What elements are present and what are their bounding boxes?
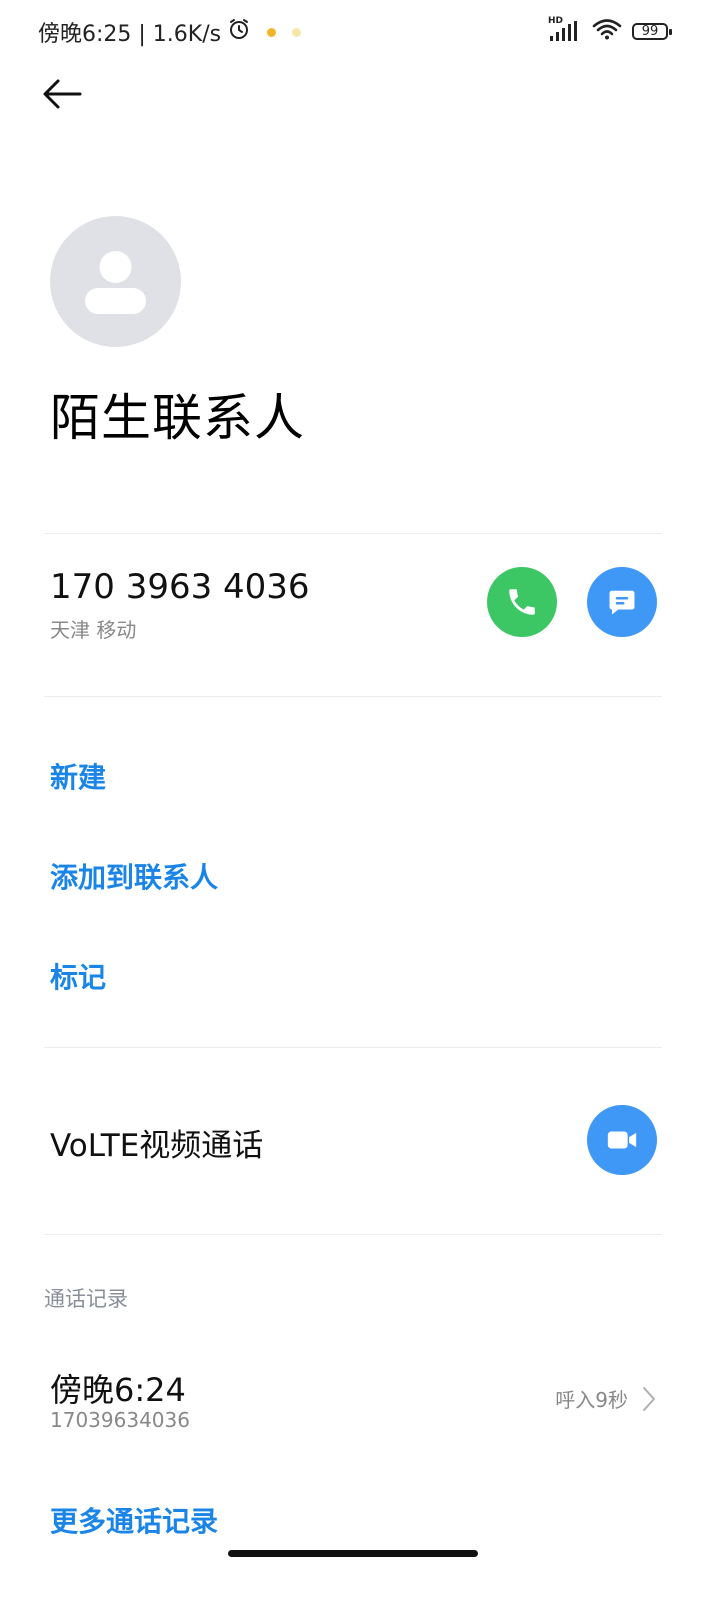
call-log-number: 17039634036	[50, 1408, 190, 1432]
phone-location: 天津 移动	[50, 618, 137, 642]
home-indicator[interactable]	[228, 1550, 478, 1557]
divider	[44, 696, 662, 697]
wifi-icon	[592, 18, 622, 44]
battery-icon: 99	[632, 22, 672, 40]
status-time-speed: 傍晚6:25 | 1.6K/s	[38, 22, 222, 47]
mark-button[interactable]: 标记	[50, 956, 106, 996]
back-button[interactable]	[40, 74, 88, 114]
new-contact-button[interactable]: 新建	[50, 756, 106, 796]
avatar	[50, 216, 181, 347]
phone-number[interactable]: 170 3963 4036	[50, 567, 310, 607]
alarm-icon	[227, 17, 251, 47]
video-call-button[interactable]	[587, 1105, 657, 1175]
add-to-contacts-button[interactable]: 添加到联系人	[50, 856, 218, 896]
call-log-section-title: 通话记录	[44, 1287, 128, 1311]
back-arrow-icon	[43, 79, 82, 109]
notification-dot-icon	[292, 27, 302, 37]
phone-icon	[509, 589, 535, 615]
chevron-right-icon	[643, 1386, 655, 1411]
divider	[44, 533, 662, 534]
call-log-entry-detail[interactable]: 呼入9秒	[555, 1384, 656, 1413]
volte-video-call-label: VoLTE视频通话	[50, 1128, 264, 1164]
call-log-time[interactable]: 傍晚6:24	[50, 1365, 186, 1411]
contact-name: 陌生联系人	[50, 389, 305, 447]
divider	[44, 1047, 662, 1048]
call-button[interactable]	[487, 567, 557, 637]
signal-icon: HD	[548, 16, 582, 42]
more-call-logs-link[interactable]: 更多通话记录	[50, 1500, 218, 1540]
status-bar-left: 傍晚6:25 | 1.6K/s	[38, 16, 302, 48]
person-icon	[85, 251, 146, 314]
status-bar-right: HD 99	[548, 16, 672, 44]
battery-level: 99	[641, 23, 659, 39]
call-log-detail-text: 呼入9秒	[555, 1388, 628, 1412]
divider	[44, 1234, 662, 1235]
message-button[interactable]	[587, 567, 657, 637]
message-icon	[609, 590, 635, 615]
notification-dot-icon	[267, 27, 277, 37]
video-camera-icon	[607, 1131, 637, 1149]
